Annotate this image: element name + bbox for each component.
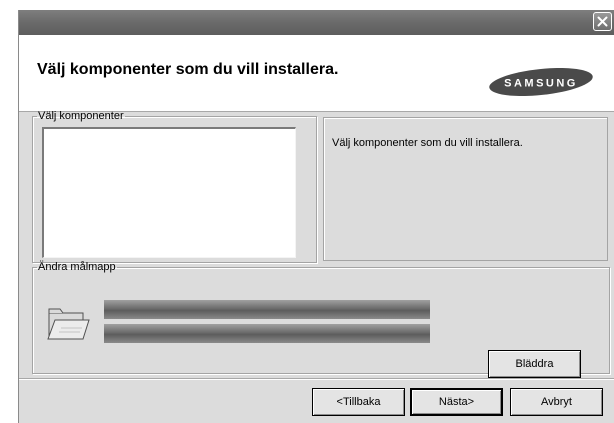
page-title: Välj komponenter som du vill installera.: [37, 61, 339, 78]
destination-group: Ändra målmapp Bläddra: [32, 261, 610, 378]
samsung-logo: SAMSUNG: [489, 68, 593, 96]
back-button[interactable]: <Tillbaka: [312, 388, 405, 416]
header-panel: Välj komponenter som du vill installera.…: [19, 35, 614, 112]
footer-separator: [19, 378, 614, 380]
next-button[interactable]: Nästa>: [410, 388, 503, 416]
installer-window: Välj komponenter som du vill installera.…: [18, 10, 614, 423]
close-button[interactable]: [593, 12, 612, 31]
close-icon: [597, 16, 608, 27]
description-panel: Välj komponenter som du vill installera.: [323, 117, 608, 261]
destination-group-label: Ändra målmapp: [38, 261, 116, 273]
title-bar[interactable]: [19, 10, 614, 35]
logo-text: SAMSUNG: [504, 78, 578, 90]
cancel-button[interactable]: Avbryt: [510, 388, 603, 416]
components-group: Välj komponenter: [32, 110, 317, 263]
components-group-label: Välj komponenter: [38, 110, 124, 122]
components-listbox[interactable]: [42, 127, 296, 258]
description-text: Välj komponenter som du vill installera.: [332, 137, 523, 149]
folder-icon: [47, 308, 90, 340]
browse-button[interactable]: Bläddra: [488, 350, 581, 378]
destination-path-bar-bottom: [104, 324, 430, 343]
destination-path-bar-top: [104, 300, 430, 319]
